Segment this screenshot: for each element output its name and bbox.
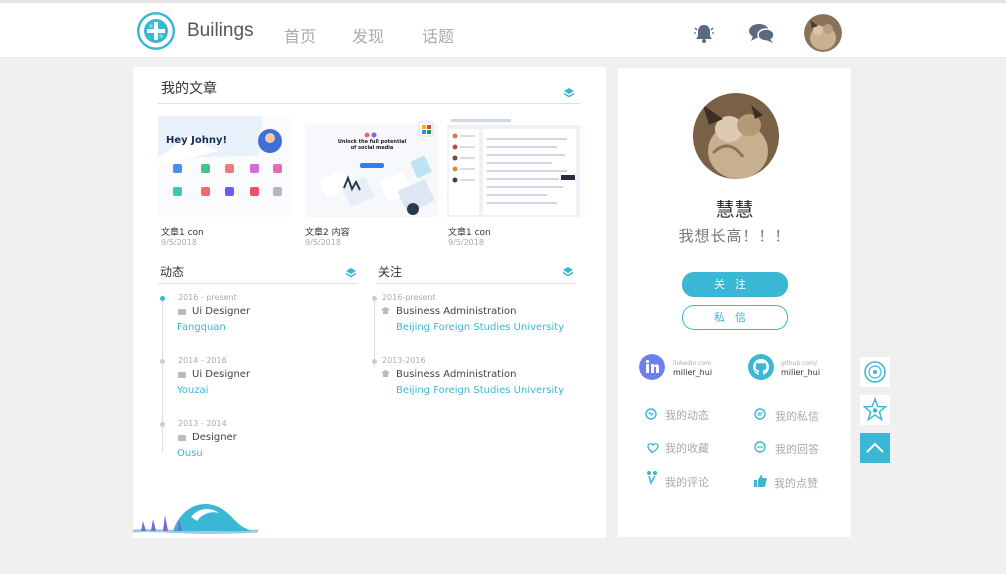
social-user[interactable]: milier_hui	[781, 368, 820, 377]
timeline-date: 2016-present	[382, 293, 436, 302]
social-site: linkedin.com	[673, 360, 712, 367]
dynamic-icon	[645, 408, 657, 420]
graduation-cap-icon	[381, 370, 390, 377]
linkedin-icon[interactable]	[639, 354, 665, 380]
menu-dynamic[interactable]: 我的动态	[665, 407, 709, 423]
profile-motto: 我想长高！！！	[678, 227, 791, 245]
divider	[376, 283, 576, 284]
divider	[158, 283, 358, 284]
social-site: github.com/	[781, 360, 817, 367]
user-avatar[interactable]	[804, 14, 842, 52]
briefcase-icon	[178, 372, 186, 378]
timeline-org[interactable]: Youzai	[177, 385, 208, 396]
profile-card: 慧慧 我想长高！！！ 关注 私信 linkedin.com milier_hui…	[618, 68, 851, 537]
nav-discover[interactable]: 发现	[352, 23, 384, 47]
articles-title: 我的文章	[161, 81, 217, 97]
star-icon	[862, 396, 888, 422]
timeline-role: Designer	[192, 432, 237, 443]
notification-bell-icon[interactable]	[693, 22, 715, 44]
timeline-org[interactable]: Beijing Foreign Studies University	[396, 385, 564, 396]
github-icon[interactable]	[748, 354, 774, 380]
timeline-date: 2014 - 2016	[178, 356, 227, 365]
favorite-icon	[647, 443, 659, 453]
thumb-text: Unlock the full potential of social medi…	[337, 139, 407, 151]
timeline-line	[162, 297, 163, 453]
timeline-dot	[372, 296, 377, 301]
article-date: 9/5/2018	[448, 238, 484, 247]
brand-name[interactable]: Builings	[187, 20, 254, 42]
message-button[interactable]: 私信	[682, 305, 788, 330]
profile-avatar[interactable]	[693, 93, 779, 179]
menu-like[interactable]: 我的点赞	[774, 475, 818, 491]
graduation-cap-icon	[381, 307, 390, 314]
comment-icon	[647, 471, 657, 486]
article-date: 9/5/2018	[305, 238, 341, 247]
timeline-dot	[160, 359, 165, 364]
chat-icon[interactable]	[748, 22, 775, 44]
article-title[interactable]: 文章2 内容	[305, 225, 350, 238]
following-title: 关注	[378, 265, 403, 279]
back-to-top-button[interactable]	[860, 433, 890, 463]
wave-illustration	[133, 504, 259, 534]
social-user[interactable]: milier_hui	[673, 368, 712, 377]
timeline-org[interactable]: Fangquan	[177, 322, 226, 333]
article-thumbnail-1[interactable]: Hey Johny!	[158, 116, 291, 217]
menu-favorite[interactable]: 我的收藏	[665, 440, 709, 456]
disc-button[interactable]	[860, 357, 890, 387]
briefcase-icon	[178, 435, 186, 441]
private-message-icon	[754, 408, 766, 420]
timeline-dot	[160, 296, 165, 301]
menu-answer[interactable]: 我的回答	[775, 441, 819, 457]
timeline-role: Business Administration	[396, 369, 517, 380]
like-icon	[754, 475, 767, 487]
menu-private-message[interactable]: 我的私信	[775, 408, 819, 424]
timeline-org[interactable]: Ousu	[177, 448, 203, 459]
thumb-text: Hey Johny!	[166, 135, 228, 146]
layers-icon[interactable]	[345, 267, 357, 279]
profile-name: 慧慧	[715, 199, 754, 221]
timeline-date: 2013 - 2014	[178, 419, 227, 428]
nav-home[interactable]: 首页	[284, 23, 316, 47]
article-thumbnail-3[interactable]	[447, 116, 580, 217]
timeline-date: 2013-2016	[382, 356, 426, 365]
layers-icon[interactable]	[562, 266, 574, 278]
menu-comment[interactable]: 我的评论	[665, 474, 709, 490]
back-to-top-icon	[866, 442, 884, 453]
article-title[interactable]: 文章1 con	[161, 225, 204, 238]
nav-topic[interactable]: 话题	[422, 23, 454, 47]
article-thumbnail-2[interactable]: Unlock the full potential of social medi…	[305, 116, 438, 217]
logo-icon[interactable]	[137, 12, 175, 50]
timeline-date: 2016 - present	[178, 293, 237, 302]
briefcase-icon	[178, 309, 186, 315]
answer-icon	[754, 441, 766, 453]
article-date: 9/5/2018	[161, 238, 197, 247]
star-button[interactable]	[860, 395, 890, 425]
article-title[interactable]: 文章1 con	[448, 225, 491, 238]
follow-button[interactable]: 关注	[682, 272, 788, 297]
activity-title: 动态	[160, 265, 185, 279]
timeline-dot	[160, 422, 165, 427]
timeline-org[interactable]: Beijing Foreign Studies University	[396, 322, 564, 333]
divider	[158, 103, 580, 104]
timeline-role: Ui Designer	[192, 369, 251, 380]
timeline-line	[374, 297, 375, 367]
timeline-dot	[372, 359, 377, 364]
timeline-role: Ui Designer	[192, 306, 251, 317]
disc-icon	[864, 361, 886, 383]
timeline-role: Business Administration	[396, 306, 517, 317]
top-bar: Builings 首页 发现 话题	[0, 0, 1006, 58]
layers-icon[interactable]	[563, 87, 575, 99]
main-card: 我的文章 Hey Johny! Unlock the full potentia…	[133, 67, 606, 538]
